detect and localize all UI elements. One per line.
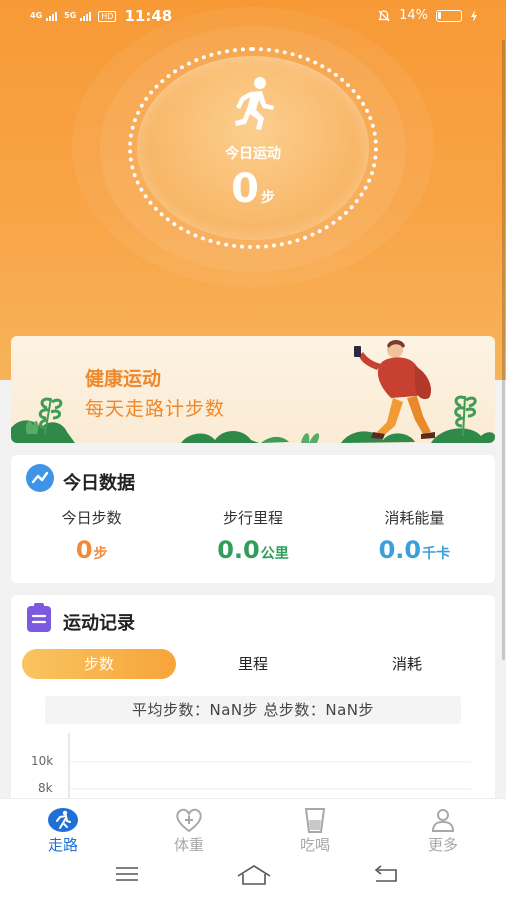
record-tabs: 步数 里程 消耗 — [22, 649, 484, 679]
network-5g-label: 5G — [64, 11, 77, 20]
back-icon[interactable] — [372, 864, 400, 884]
today-steps-value: 0 — [231, 166, 259, 212]
bottom-nav: 走路 体重 吃喝 更多 — [0, 798, 506, 856]
stat-distance-value: 0.0公里 — [172, 536, 333, 564]
today-steps-unit: 步 — [260, 190, 275, 206]
health-banner[interactable]: 健康运动 每天走路计步数 — [11, 336, 495, 443]
banner-title: 健康运动 — [85, 368, 162, 390]
clock: 11:48 — [124, 7, 173, 25]
tab-energy[interactable]: 消耗 — [330, 649, 484, 679]
stat-distance-label: 步行里程 — [222, 509, 283, 527]
nav-weight-label: 体重 — [173, 836, 204, 854]
y-tick-10k: 10k — [31, 754, 54, 768]
scrollbar[interactable] — [502, 40, 505, 660]
cup-icon — [304, 808, 326, 833]
stat-distance-unit: 公里 — [260, 546, 289, 562]
person-icon — [431, 809, 455, 832]
hero-header: 4G 5G HD 11:48 14% 今日运动 0步 — [0, 0, 506, 380]
stat-steps-value: 0步 — [11, 536, 172, 564]
today-stats: 今日步数 0步 步行里程 0.0公里 消耗能量 0.0千卡 — [11, 507, 495, 564]
stat-steps: 今日步数 0步 — [11, 507, 172, 564]
system-nav-bar — [0, 856, 506, 900]
battery-percent: 14% — [399, 8, 428, 23]
stat-distance: 步行里程 0.0公里 — [172, 507, 333, 564]
today-data-card: 今日数据 今日步数 0步 步行里程 0.0公里 消耗能量 0.0千卡 — [11, 455, 495, 583]
charging-icon — [471, 9, 477, 22]
stat-energy-value: 0.0千卡 — [334, 536, 495, 564]
today-activity-label: 今日运动 — [225, 146, 281, 162]
network-4g-label: 4G — [30, 11, 43, 20]
today-steps-display: 0步 — [0, 166, 506, 212]
walk-icon — [48, 808, 78, 832]
clipboard-icon — [27, 603, 51, 632]
battery-icon — [436, 9, 462, 22]
stat-energy-unit: 千卡 — [422, 546, 451, 562]
stat-steps-number: 0 — [75, 536, 93, 564]
tab-steps[interactable]: 步数 — [22, 649, 176, 679]
home-icon[interactable] — [236, 864, 272, 886]
nav-diet-label: 吃喝 — [299, 836, 330, 854]
status-bar: 4G 5G HD 11:48 14% — [0, 0, 506, 32]
heart-plus-icon — [176, 808, 202, 833]
battery-fill — [438, 11, 441, 19]
banner-subtitle: 每天走路计步数 — [85, 398, 226, 420]
exercise-record-title: 运动记录 — [63, 613, 135, 634]
steps-summary: 平均步数：NaN步 总步数：NaN步 — [45, 696, 461, 724]
chart-axes — [68, 733, 471, 805]
y-tick-8k: 8k — [38, 781, 53, 795]
stat-steps-label: 今日步数 — [61, 509, 122, 527]
tab-distance[interactable]: 里程 — [176, 649, 330, 679]
stat-energy-label: 消耗能量 — [384, 509, 445, 527]
nav-weight[interactable]: 体重 — [126, 807, 252, 855]
mute-bell-icon — [378, 9, 390, 21]
nav-walk-label: 走路 — [47, 836, 78, 854]
trend-icon — [26, 464, 54, 492]
nav-more[interactable]: 更多 — [380, 807, 506, 855]
nav-diet[interactable]: 吃喝 — [252, 807, 378, 855]
signal-2-icon — [80, 11, 92, 21]
stat-distance-number: 0.0 — [217, 536, 260, 564]
today-data-title: 今日数据 — [63, 473, 135, 494]
menu-icon[interactable] — [114, 864, 140, 884]
exercise-record-card: 运动记录 步数 里程 消耗 平均步数：NaN步 总步数：NaN步 10k 8k — [11, 595, 495, 815]
stat-energy-number: 0.0 — [378, 536, 422, 564]
signal-1-icon — [46, 11, 58, 21]
hd-badge: HD — [98, 10, 117, 22]
runner-icon — [235, 77, 274, 130]
stat-steps-unit: 步 — [93, 546, 108, 562]
nav-more-label: 更多 — [427, 836, 458, 854]
banner-illustration — [11, 340, 495, 443]
nav-walk[interactable]: 走路 — [0, 807, 126, 855]
steps-chart: 10k 8k — [11, 725, 495, 805]
stat-energy: 消耗能量 0.0千卡 — [334, 507, 495, 564]
